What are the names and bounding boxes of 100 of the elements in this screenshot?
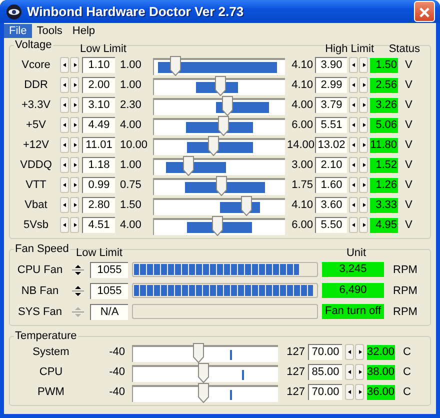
- sensor-label: PWM: [36, 386, 66, 398]
- slider-thumb[interactable]: [212, 216, 223, 236]
- voltage-slider[interactable]: [153, 178, 285, 194]
- high-limit-field[interactable]: 70.00: [308, 344, 342, 360]
- right-arrow-button[interactable]: [70, 217, 79, 233]
- right-arrow-button[interactable]: [70, 57, 79, 73]
- right-arrow-button[interactable]: [359, 137, 368, 153]
- low-limit-field[interactable]: 11.01: [82, 137, 115, 153]
- right-arrow-button[interactable]: [359, 157, 368, 173]
- left-arrow-button[interactable]: [349, 57, 358, 73]
- low-limit-field[interactable]: 1055: [90, 282, 128, 298]
- unit-label: C: [402, 386, 410, 398]
- voltage-slider[interactable]: [153, 198, 285, 214]
- temperature-slider[interactable]: [132, 384, 278, 402]
- left-arrow-button[interactable]: [60, 177, 69, 193]
- slider-thumb[interactable]: [240, 196, 252, 216]
- left-arrow-button[interactable]: [349, 197, 358, 213]
- left-arrow-button[interactable]: [60, 57, 69, 73]
- right-arrow-button[interactable]: [359, 97, 368, 113]
- right-triangle-icon: [72, 103, 76, 107]
- left-arrow-button[interactable]: [349, 77, 358, 93]
- voltage-slider[interactable]: [153, 118, 285, 134]
- voltage-slider[interactable]: [153, 138, 285, 154]
- menu-item[interactable]: Tools: [32, 24, 68, 38]
- column-header: High Limit: [324, 43, 374, 55]
- low-limit-field[interactable]: 3.10: [82, 97, 115, 113]
- temperature-slider[interactable]: [132, 344, 278, 362]
- high-limit-field[interactable]: 5.50: [315, 217, 347, 233]
- right-arrow-button[interactable]: [70, 137, 79, 153]
- left-arrow-button[interactable]: [345, 364, 354, 380]
- column-header: Low Limit: [79, 43, 128, 55]
- right-arrow-button[interactable]: [70, 197, 79, 213]
- right-arrow-button[interactable]: [70, 97, 79, 113]
- right-arrow-button[interactable]: [359, 77, 368, 93]
- right-arrow-button[interactable]: [359, 57, 368, 73]
- left-arrow-button[interactable]: [349, 217, 358, 233]
- left-arrow-button[interactable]: [345, 344, 354, 360]
- left-arrow-button[interactable]: [349, 117, 358, 133]
- right-arrow-button[interactable]: [359, 177, 368, 193]
- high-limit-field[interactable]: 85.00: [308, 364, 342, 380]
- left-arrow-button[interactable]: [60, 157, 69, 173]
- left-arrow-button[interactable]: [349, 137, 358, 153]
- voltage-slider[interactable]: [153, 98, 285, 114]
- low-limit-field[interactable]: 1.18: [82, 157, 115, 173]
- slider-thumb[interactable]: [170, 56, 181, 76]
- voltage-slider[interactable]: [153, 78, 285, 94]
- high-limit-field[interactable]: 2.99: [315, 77, 347, 93]
- slider-thumb[interactable]: [222, 96, 234, 116]
- left-arrow-button[interactable]: [60, 117, 69, 133]
- right-arrow-button[interactable]: [359, 217, 368, 233]
- range-minimum: 4.00: [119, 119, 142, 131]
- right-arrow-button[interactable]: [70, 77, 79, 93]
- voltage-slider[interactable]: [153, 218, 285, 234]
- high-limit-field[interactable]: 2.10: [315, 157, 347, 173]
- low-limit-field[interactable]: 2.00: [82, 77, 115, 93]
- low-limit-field[interactable]: 1.10: [82, 57, 115, 73]
- right-arrow-button[interactable]: [355, 344, 364, 360]
- low-limit-field[interactable]: 1055: [90, 262, 128, 278]
- temperature-slider[interactable]: [132, 364, 278, 382]
- slider-thumb[interactable]: [208, 136, 219, 156]
- slider-thumb[interactable]: [214, 76, 226, 96]
- voltage-slider[interactable]: [153, 58, 285, 74]
- high-limit-field[interactable]: 3.79: [315, 97, 347, 113]
- right-arrow-button[interactable]: [70, 157, 79, 173]
- slider-thumb[interactable]: [183, 156, 194, 176]
- slider-thumb[interactable]: [198, 382, 209, 402]
- left-arrow-button[interactable]: [60, 137, 69, 153]
- left-arrow-button[interactable]: [349, 177, 358, 193]
- slider-thumb[interactable]: [218, 116, 230, 136]
- left-arrow-button[interactable]: [60, 217, 69, 233]
- left-arrow-button[interactable]: [345, 384, 354, 400]
- high-limit-field[interactable]: 13.02: [315, 137, 347, 153]
- right-arrow-button[interactable]: [355, 364, 364, 380]
- slider-thumb[interactable]: [193, 342, 204, 362]
- left-arrow-button[interactable]: [349, 97, 358, 113]
- voltage-slider[interactable]: [153, 158, 285, 174]
- left-arrow-button[interactable]: [60, 197, 69, 213]
- low-limit-field[interactable]: 4.51: [82, 217, 115, 233]
- low-limit-field[interactable]: 2.80: [82, 197, 115, 213]
- slider-thumb[interactable]: [198, 362, 209, 382]
- close-button[interactable]: [414, 1, 435, 22]
- high-limit-field[interactable]: 5.51: [315, 117, 347, 133]
- left-arrow-button[interactable]: [60, 97, 69, 113]
- low-limit-field[interactable]: 4.49: [82, 117, 115, 133]
- right-arrow-button[interactable]: [359, 117, 368, 133]
- range-maximum: 4.10: [290, 59, 313, 71]
- slider-thumb[interactable]: [216, 176, 227, 196]
- left-arrow-button[interactable]: [349, 157, 358, 173]
- left-arrow-button[interactable]: [60, 77, 69, 93]
- high-limit-field[interactable]: 70.00: [308, 384, 342, 400]
- right-arrow-button[interactable]: [359, 197, 368, 213]
- low-limit-field[interactable]: 0.99: [82, 177, 115, 193]
- high-limit-field[interactable]: 1.60: [315, 177, 347, 193]
- menu-item[interactable]: Help: [67, 24, 100, 38]
- menu-item[interactable]: File: [4, 24, 32, 38]
- right-arrow-button[interactable]: [355, 384, 364, 400]
- right-arrow-button[interactable]: [70, 117, 79, 133]
- high-limit-field[interactable]: 3.60: [315, 197, 347, 213]
- high-limit-field[interactable]: 3.90: [315, 57, 347, 73]
- right-arrow-button[interactable]: [70, 177, 79, 193]
